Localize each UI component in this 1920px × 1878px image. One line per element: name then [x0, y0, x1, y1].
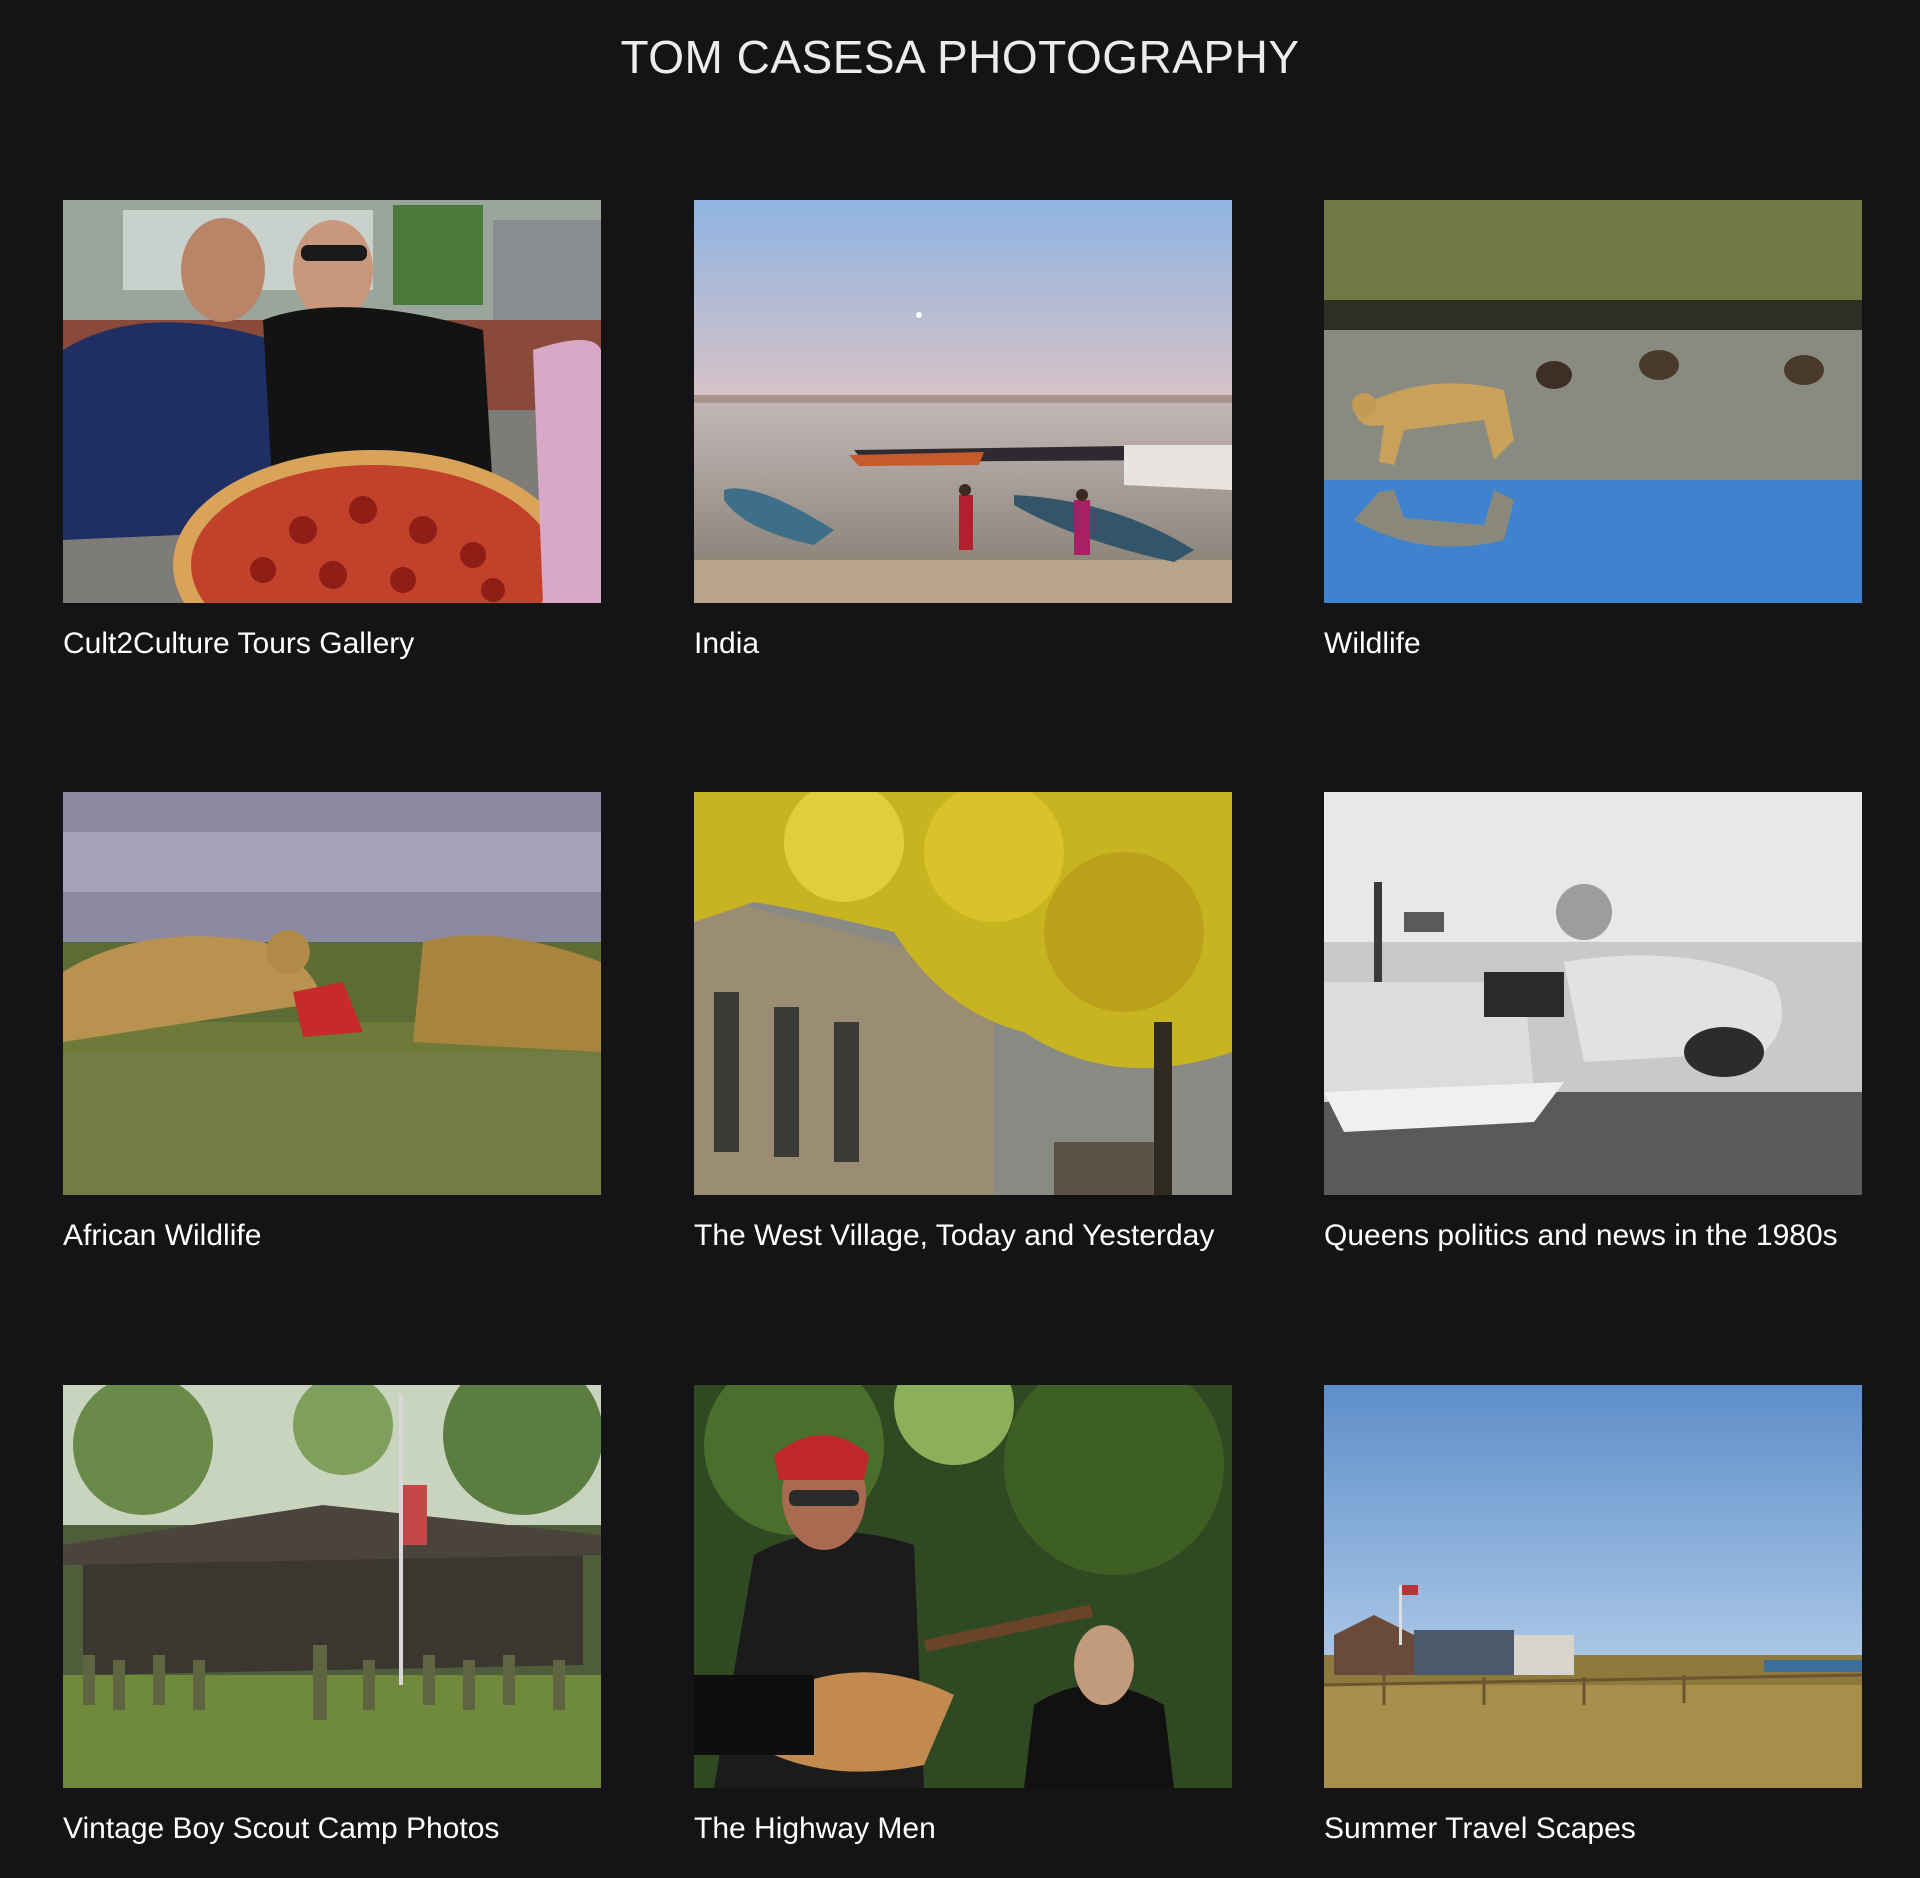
cheetah-vultures-photo	[1324, 200, 1862, 603]
gallery-thumbnail[interactable]	[63, 1385, 601, 1788]
gallery-thumbnail[interactable]	[63, 792, 601, 1195]
gallery-thumbnail[interactable]	[1324, 200, 1862, 603]
gallery-title[interactable]: Vintage Boy Scout Camp Photos	[63, 1809, 601, 1849]
beach-scape-photo	[1324, 1385, 1862, 1788]
gallery-card-cult2culture[interactable]: Cult2Culture Tours Gallery	[63, 200, 601, 664]
gallery-title[interactable]: Cult2Culture Tours Gallery	[63, 624, 601, 664]
india-river-photo	[694, 200, 1232, 603]
gallery-card-queens-politics[interactable]: Queens politics and news in the 1980s	[1324, 792, 1862, 1256]
gallery-title[interactable]: India	[694, 624, 1232, 664]
gallery-thumbnail[interactable]	[694, 1385, 1232, 1788]
gallery-thumbnail[interactable]	[1324, 1385, 1862, 1788]
gallery-grid: Cult2Culture Tours Gallery India Wildlif…	[0, 0, 1920, 1878]
gallery-card-highway-men[interactable]: The Highway Men	[694, 1385, 1232, 1849]
gallery-card-india[interactable]: India	[694, 200, 1232, 664]
gallery-title[interactable]: The West Village, Today and Yesterday	[694, 1216, 1232, 1256]
autumn-tree-photo	[694, 792, 1232, 1195]
scout-camp-photo	[63, 1385, 601, 1788]
highway-men-photo	[694, 1385, 1232, 1788]
gallery-card-summer-travel[interactable]: Summer Travel Scapes	[1324, 1385, 1862, 1849]
gallery-thumbnail[interactable]	[1324, 792, 1862, 1195]
gallery-card-west-village[interactable]: The West Village, Today and Yesterday	[694, 792, 1232, 1256]
pizza-photo	[63, 200, 601, 603]
gallery-title[interactable]: Summer Travel Scapes	[1324, 1809, 1862, 1849]
gallery-card-african-wildlife[interactable]: African Wildlife	[63, 792, 601, 1256]
gallery-title[interactable]: Queens politics and news in the 1980s	[1324, 1216, 1862, 1256]
gallery-title[interactable]: Wildlife	[1324, 624, 1862, 664]
plane-in-water-photo	[1324, 792, 1862, 1195]
gallery-card-wildlife[interactable]: Wildlife	[1324, 200, 1862, 664]
gallery-thumbnail[interactable]	[694, 792, 1232, 1195]
gallery-thumbnail[interactable]	[63, 200, 601, 603]
gallery-title[interactable]: The Highway Men	[694, 1809, 1232, 1849]
gallery-card-boy-scout[interactable]: Vintage Boy Scout Camp Photos	[63, 1385, 601, 1849]
gallery-title[interactable]: African Wildlife	[63, 1216, 601, 1256]
cheetahs-feeding-photo	[63, 792, 601, 1195]
gallery-thumbnail[interactable]	[694, 200, 1232, 603]
